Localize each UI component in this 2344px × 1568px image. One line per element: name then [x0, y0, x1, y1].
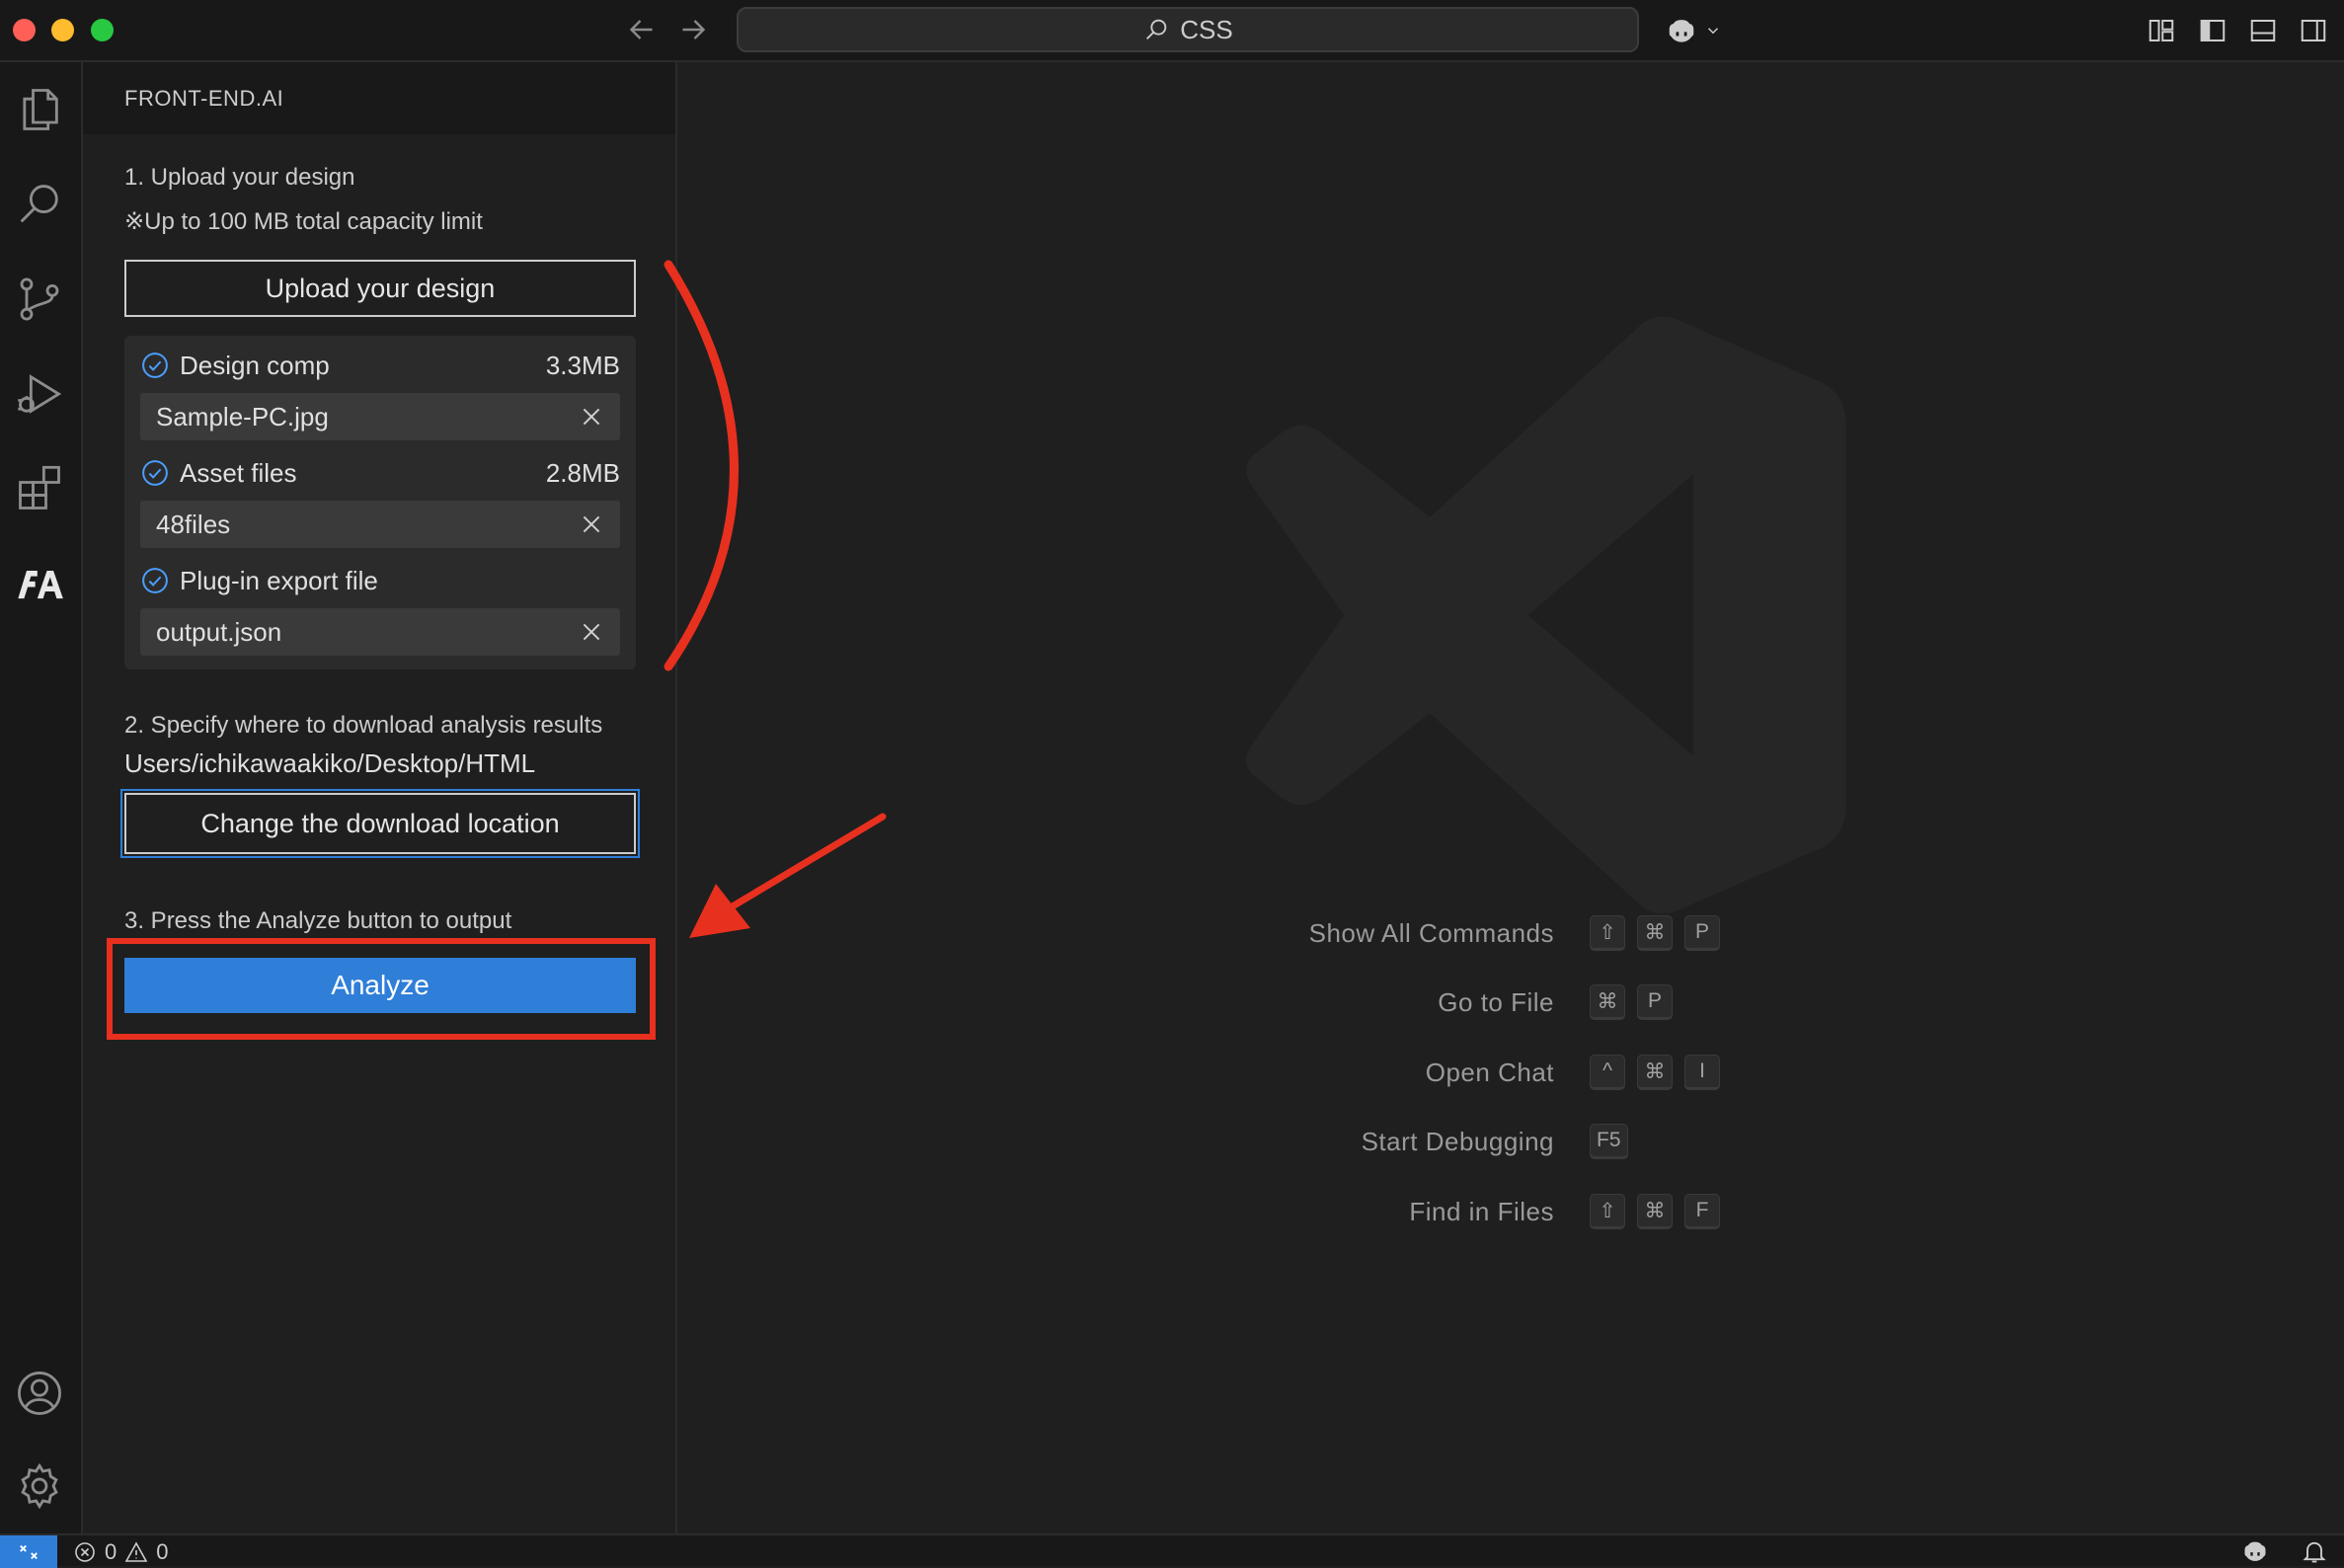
key-cap: I	[1684, 1055, 1720, 1090]
file-name: Sample-PC.jpg	[156, 401, 329, 431]
search-icon[interactable]	[14, 179, 65, 230]
nav-back-icon[interactable]	[624, 12, 660, 47]
front-end-ai-sidebar: FRONT-END.AI 1. Upload your design ※Up t…	[83, 62, 677, 1533]
step1-heading: 1. Upload your design	[124, 164, 355, 191]
title-bar: CSS	[0, 0, 2344, 62]
remove-file-close-icon[interactable]	[579, 404, 604, 430]
key-cap: P	[1637, 984, 1673, 1020]
minimize-window-button[interactable]	[51, 19, 74, 41]
download-path: Users/ichikawaakiko/Desktop/HTML	[124, 748, 536, 778]
check-circle-icon	[142, 460, 168, 486]
file-name: output.json	[156, 616, 282, 647]
file-item: 48files	[140, 501, 620, 548]
remove-file-close-icon[interactable]	[579, 511, 604, 537]
step3-heading: 3. Press the Analyze button to output	[124, 907, 512, 934]
copilot-status-icon[interactable]	[2241, 1537, 2269, 1565]
toggle-primary-sidebar-icon[interactable]	[2198, 16, 2227, 45]
status-bar: 0 0	[0, 1533, 2344, 1568]
file-category-label: Design comp	[180, 350, 330, 380]
copilot-icon	[1669, 20, 1694, 42]
accounts-icon[interactable]	[14, 1368, 65, 1419]
key-cap: ^	[1590, 1055, 1625, 1090]
analyze-button[interactable]: Analyze	[124, 958, 636, 1013]
file-item: Sample-PC.jpg	[140, 393, 620, 440]
key-cap: ⌘	[1590, 984, 1625, 1020]
copilot-menu-button[interactable]	[1665, 14, 1734, 47]
file-category-plugin-export: Plug-in export file	[140, 559, 620, 602]
shortcut-label: Find in Files	[1409, 1197, 1554, 1226]
notifications-bell-icon[interactable]	[2301, 1537, 2328, 1565]
shortcut-find-in-files: Find in Files ⇧ ⌘ F	[677, 1192, 2344, 1231]
remote-indicator-button[interactable]	[0, 1535, 57, 1568]
key-cap: ⌘	[1637, 915, 1673, 951]
step2-heading: 2. Specify where to download analysis re…	[124, 712, 603, 739]
toggle-secondary-sidebar-icon[interactable]	[2299, 16, 2328, 45]
shortcut-label: Open Chat	[1425, 1058, 1554, 1087]
manage-gear-icon[interactable]	[14, 1460, 65, 1512]
key-cap: ⌘	[1637, 1055, 1673, 1090]
command-center-search[interactable]: CSS	[737, 7, 1639, 52]
toggle-panel-icon[interactable]	[2248, 16, 2278, 45]
shortcut-open-chat: Open Chat ^ ⌘ I	[677, 1053, 2344, 1092]
chevron-down-icon	[1707, 28, 1719, 35]
file-size: 3.3MB	[545, 350, 620, 380]
explorer-icon[interactable]	[14, 84, 65, 135]
customize-layout-icon[interactable]	[2147, 16, 2176, 45]
upload-design-button[interactable]: Upload your design	[124, 260, 636, 317]
file-category-label: Plug-in export file	[180, 565, 378, 595]
shortcut-label: Go to File	[1438, 987, 1554, 1017]
problems-indicator[interactable]: 0 0	[73, 1538, 169, 1566]
shortcut-start-debugging: Start Debugging F5	[677, 1122, 2344, 1161]
key-cap: ⇧	[1590, 915, 1625, 951]
search-icon	[1146, 19, 1167, 39]
editor-area: Show All Commands ⇧ ⌘ P Go to File ⌘ P O…	[677, 62, 2344, 1533]
sidebar-content: 1. Upload your design ※Up to 100 MB tota…	[83, 134, 675, 1533]
file-category-asset-files: Asset files 2.8MB	[140, 451, 620, 495]
file-item: output.json	[140, 608, 620, 656]
warning-icon	[124, 1541, 148, 1562]
close-window-button[interactable]	[13, 19, 36, 41]
key-cap: ⌘	[1637, 1194, 1673, 1229]
shortcut-label: Show All Commands	[1308, 918, 1554, 948]
error-icon	[75, 1542, 95, 1562]
remote-icon	[20, 1544, 38, 1559]
key-cap: F	[1684, 1194, 1720, 1229]
remove-file-close-icon[interactable]	[579, 619, 604, 645]
command-center-text: CSS	[1180, 14, 1233, 44]
shortcut-show-all-commands: Show All Commands ⇧ ⌘ P	[677, 913, 2344, 953]
file-size: 2.8MB	[545, 457, 620, 488]
key-cap: F5	[1590, 1124, 1628, 1159]
capacity-note: ※Up to 100 MB total capacity limit	[124, 208, 483, 235]
check-circle-icon	[142, 568, 168, 593]
source-control-icon[interactable]	[14, 274, 65, 325]
file-category-design-comp: Design comp 3.3MB	[140, 344, 620, 387]
shortcut-label: Start Debugging	[1361, 1127, 1554, 1156]
file-category-label: Asset files	[180, 457, 297, 488]
uploaded-files-panel: Design comp 3.3MB Sample-PC.jpg Asset fi…	[124, 336, 636, 669]
file-name: 48files	[156, 509, 231, 539]
nav-forward-icon[interactable]	[675, 12, 711, 47]
error-count: 0	[105, 1539, 117, 1564]
warning-count: 0	[156, 1539, 169, 1564]
key-cap: ⇧	[1590, 1194, 1625, 1229]
sidebar-title: FRONT-END.AI	[83, 62, 675, 134]
shortcut-go-to-file: Go to File ⌘ P	[677, 982, 2344, 1022]
zoom-window-button[interactable]	[91, 19, 114, 41]
key-cap: P	[1684, 915, 1720, 951]
vscode-logo-watermark-icon	[1246, 316, 1846, 914]
change-download-location-button[interactable]: Change the download location	[120, 789, 640, 858]
run-and-debug-icon[interactable]	[14, 368, 65, 420]
front-end-ai-icon[interactable]	[14, 558, 65, 609]
activity-bar	[0, 62, 83, 1533]
check-circle-icon	[142, 353, 168, 378]
extensions-icon[interactable]	[14, 463, 65, 514]
